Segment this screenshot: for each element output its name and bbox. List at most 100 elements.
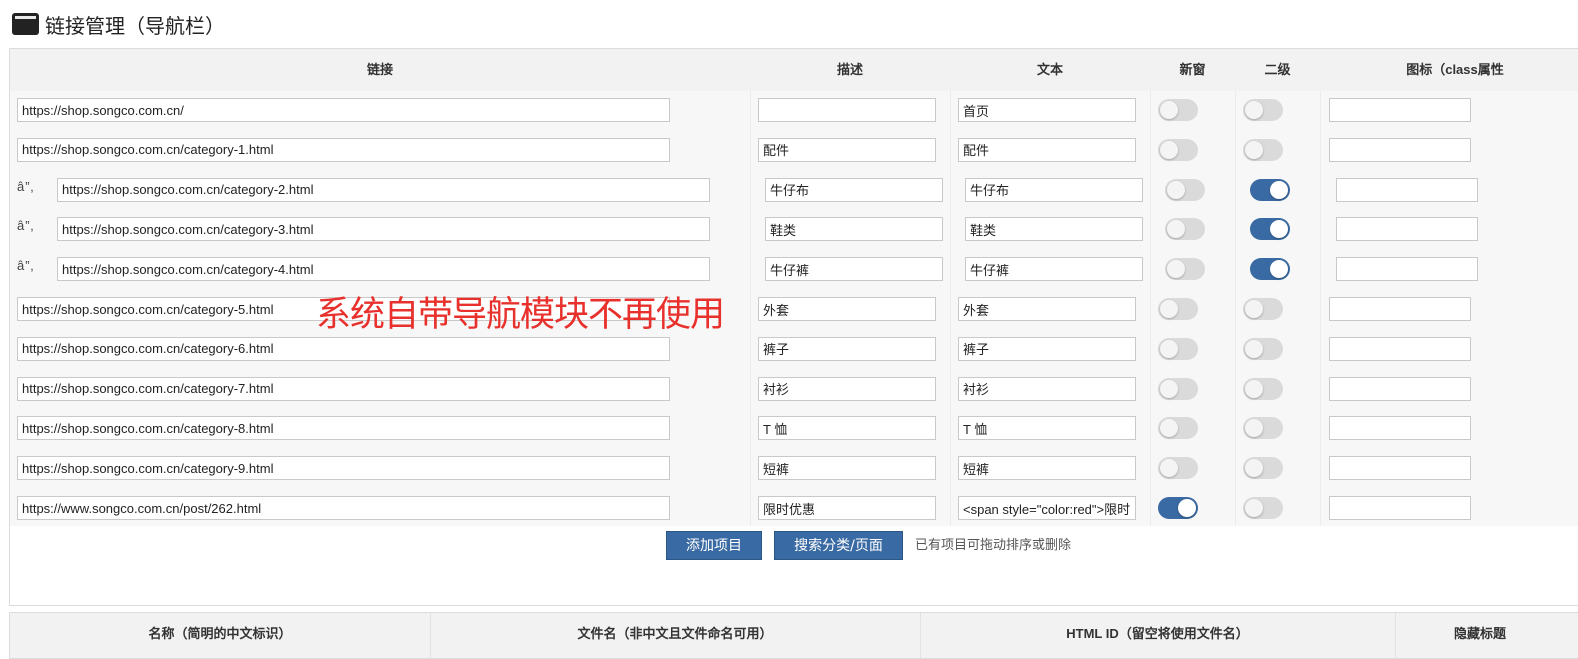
module-table-header: 名称（简明的中文标识） 文件名（非中文且文件命名可用） HTML ID（留空将使… — [9, 612, 1578, 659]
col-header-filename: 文件名（非中文且文件命名可用） — [577, 626, 773, 641]
drag-sort-hint: 已有项目可拖动排序或删除 — [915, 538, 1072, 553]
table-row[interactable] — [10, 409, 1578, 449]
icon-class-input[interactable] — [1329, 336, 1471, 361]
new-window-toggle[interactable] — [1158, 138, 1198, 161]
link-input[interactable] — [17, 98, 670, 122]
text-input[interactable] — [958, 376, 1136, 401]
text-input[interactable] — [958, 336, 1136, 361]
table-row[interactable] — [10, 330, 1578, 370]
nav-links-panel: 链接 描述 文本 新窗 二级 图标（class属性 â”‚ â”‚ â”‚ 添加项目… — [9, 48, 1578, 606]
drag-handle[interactable]: â”‚ — [17, 218, 34, 233]
col-header-name: 名称（简明的中文标识） — [148, 626, 292, 641]
new-window-toggle[interactable] — [1158, 99, 1198, 121]
link-input[interactable] — [17, 456, 670, 481]
text-input[interactable] — [965, 217, 1143, 242]
link-input[interactable] — [17, 137, 670, 162]
icon-class-input[interactable] — [1329, 137, 1471, 162]
new-window-toggle[interactable] — [1158, 298, 1198, 320]
level2-toggle[interactable] — [1250, 258, 1290, 281]
level2-toggle[interactable] — [1243, 337, 1283, 360]
add-item-button[interactable]: 添加项目 — [666, 531, 762, 560]
drag-handle[interactable]: â”‚ — [17, 258, 34, 273]
window-icon — [12, 13, 39, 35]
level2-toggle[interactable] — [1243, 298, 1283, 320]
table-row[interactable]: â”‚ — [10, 210, 1578, 250]
icon-class-input[interactable] — [1329, 376, 1471, 401]
table-row[interactable]: â”‚ — [10, 250, 1578, 290]
text-input[interactable] — [958, 416, 1136, 441]
text-input[interactable] — [965, 257, 1143, 282]
new-window-toggle[interactable] — [1165, 178, 1205, 201]
icon-class-input[interactable] — [1329, 416, 1471, 441]
desc-input[interactable] — [758, 137, 936, 162]
toggle-knob — [1245, 459, 1263, 478]
table-row[interactable] — [10, 290, 1578, 330]
level2-toggle[interactable] — [1243, 138, 1283, 161]
new-window-toggle[interactable] — [1165, 218, 1205, 241]
toggle-knob — [1270, 220, 1288, 239]
icon-class-input[interactable] — [1336, 257, 1478, 282]
icon-class-input[interactable] — [1336, 177, 1478, 202]
text-input[interactable] — [958, 297, 1136, 321]
level2-toggle[interactable] — [1243, 457, 1283, 480]
desc-input[interactable] — [765, 257, 943, 282]
icon-class-input[interactable] — [1329, 456, 1471, 481]
link-input[interactable] — [17, 336, 670, 361]
desc-input[interactable] — [758, 456, 936, 481]
table-row[interactable] — [10, 131, 1578, 171]
icon-class-input[interactable] — [1329, 496, 1471, 520]
col-header-text: 文本 — [1036, 62, 1063, 77]
desc-input[interactable] — [758, 336, 936, 361]
text-input[interactable] — [958, 137, 1136, 162]
toggle-knob — [1245, 300, 1263, 318]
new-window-toggle[interactable] — [1158, 337, 1198, 360]
desc-input[interactable] — [765, 217, 943, 242]
table-row[interactable] — [10, 449, 1578, 489]
icon-class-input[interactable] — [1336, 217, 1478, 242]
new-window-toggle[interactable] — [1158, 417, 1198, 440]
desc-input[interactable] — [758, 376, 936, 401]
level2-toggle[interactable] — [1243, 99, 1283, 121]
toggle-knob — [1160, 339, 1178, 358]
new-window-toggle[interactable] — [1165, 258, 1205, 281]
table-row[interactable] — [10, 370, 1578, 410]
col-header-new-window: 新窗 — [1179, 62, 1206, 77]
icon-class-input[interactable] — [1329, 98, 1471, 122]
text-input[interactable] — [958, 496, 1136, 520]
new-window-toggle[interactable] — [1158, 497, 1198, 519]
text-input[interactable] — [958, 98, 1136, 122]
new-window-toggle[interactable] — [1158, 457, 1198, 480]
icon-class-input[interactable] — [1329, 297, 1471, 321]
link-input[interactable] — [17, 416, 670, 441]
search-category-button[interactable]: 搜索分类/页面 — [774, 531, 903, 560]
new-window-toggle[interactable] — [1158, 377, 1198, 400]
toggle-knob — [1160, 300, 1178, 318]
level2-toggle[interactable] — [1243, 377, 1283, 400]
desc-input[interactable] — [765, 177, 943, 202]
table-row[interactable] — [10, 489, 1578, 529]
level2-toggle[interactable] — [1250, 218, 1290, 241]
level2-toggle[interactable] — [1243, 417, 1283, 440]
link-input[interactable] — [57, 257, 710, 282]
text-input[interactable] — [958, 456, 1136, 481]
link-input[interactable] — [57, 217, 710, 242]
desc-input[interactable] — [758, 98, 936, 122]
page-header: 链接管理（导航栏） — [12, 10, 225, 38]
table-row[interactable] — [10, 91, 1578, 131]
table-header: 链接 描述 文本 新窗 二级 图标（class属性 — [10, 49, 1578, 92]
toggle-knob — [1245, 499, 1263, 517]
toggle-knob — [1160, 419, 1178, 438]
link-input[interactable] — [17, 376, 670, 401]
drag-handle[interactable]: â”‚ — [17, 179, 34, 194]
desc-input[interactable] — [758, 496, 936, 520]
level2-toggle[interactable] — [1250, 178, 1290, 201]
desc-input[interactable] — [758, 297, 936, 321]
toggle-knob — [1160, 140, 1178, 159]
text-input[interactable] — [965, 177, 1143, 202]
link-input[interactable] — [57, 177, 710, 202]
level2-toggle[interactable] — [1243, 497, 1283, 519]
desc-input[interactable] — [758, 416, 936, 441]
deprecation-notice: 系统自带导航模块不再使用 — [316, 295, 725, 335]
link-input[interactable] — [17, 496, 670, 520]
table-row[interactable]: â”‚ — [10, 171, 1578, 211]
